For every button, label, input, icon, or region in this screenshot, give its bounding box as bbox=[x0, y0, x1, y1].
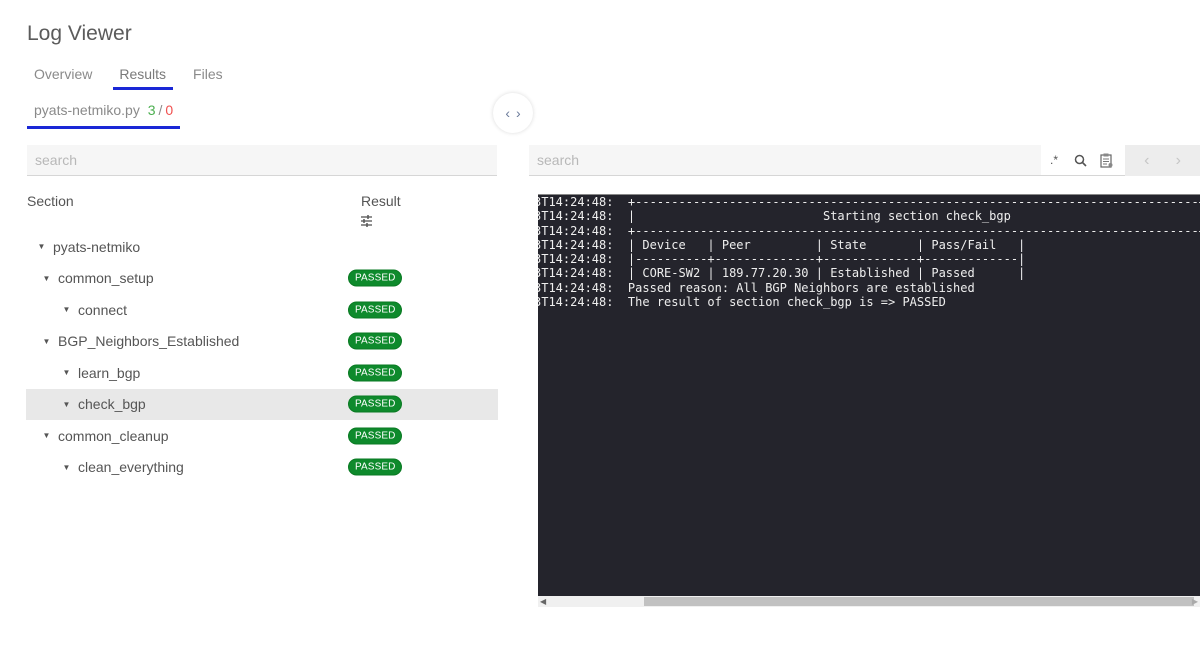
clipboard-icon[interactable] bbox=[1093, 153, 1119, 168]
section-search-field[interactable] bbox=[27, 145, 497, 176]
tree-item[interactable]: ▼ connect PASSED bbox=[26, 294, 498, 326]
status-badge: PASSED bbox=[348, 332, 403, 350]
log-line: 3T14:24:48: The result of section check_… bbox=[538, 295, 946, 310]
status-badge: PASSED bbox=[348, 458, 403, 476]
caret-down-icon[interactable]: ▼ bbox=[42, 337, 51, 346]
scroll-right-arrow-icon[interactable]: ▶ bbox=[1192, 597, 1198, 606]
caret-down-icon[interactable]: ▼ bbox=[37, 242, 46, 251]
tree-item-selected[interactable]: ▼ check_bgp PASSED bbox=[26, 388, 498, 420]
tree-item-label: pyats-netmiko bbox=[53, 238, 141, 255]
log-line: 3T14:24:48: +---------------------------… bbox=[538, 195, 1200, 209]
tab-results[interactable]: Results bbox=[113, 66, 173, 90]
log-line: 3T14:24:48: | Starting section check_bgp… bbox=[538, 209, 1200, 224]
caret-down-icon[interactable]: ▼ bbox=[62, 368, 71, 377]
status-badge: PASSED bbox=[348, 395, 403, 413]
status-badge: PASSED bbox=[348, 301, 403, 319]
tree-item[interactable]: ▼ common_setup PASSED bbox=[26, 263, 498, 295]
tree-item-label: connect bbox=[78, 301, 128, 318]
page-title: Log Viewer bbox=[27, 22, 132, 45]
caret-down-icon[interactable]: ▼ bbox=[42, 431, 51, 440]
chevron-right-icon: › bbox=[516, 105, 521, 121]
passed-count: 3 bbox=[147, 102, 156, 118]
log-line: 3T14:24:48: Passed reason: All BGP Neigh… bbox=[538, 280, 975, 295]
filter-sliders-icon[interactable] bbox=[360, 215, 373, 227]
count-separator: / bbox=[158, 102, 163, 118]
previous-match-button[interactable]: ‹ bbox=[1144, 152, 1149, 170]
tree-item-label: clean_everything bbox=[78, 459, 184, 476]
section-tree: ▼ pyats-netmiko ▼ common_setup PASSED ▼ … bbox=[26, 231, 498, 483]
tree-item-label: BGP_Neighbors_Established bbox=[58, 333, 240, 350]
regex-toggle-button[interactable]: .* bbox=[1041, 153, 1067, 167]
tree-item[interactable]: ▼ common_cleanup PASSED bbox=[26, 420, 498, 452]
panel-resize-toggle-button[interactable]: ‹ › bbox=[493, 93, 533, 133]
tab-overview[interactable]: Overview bbox=[34, 66, 92, 88]
main-tabs: Overview Results Files bbox=[34, 66, 250, 90]
log-line: 3T14:24:48: |----------+--------------+-… bbox=[538, 252, 1026, 267]
column-header-result: Result bbox=[361, 193, 401, 209]
tree-item-label: common_setup bbox=[58, 270, 154, 287]
caret-down-icon[interactable]: ▼ bbox=[62, 463, 71, 472]
file-tab-pyats-netmiko[interactable]: pyats-netmiko.py 3/0 bbox=[27, 102, 181, 129]
next-match-button[interactable]: › bbox=[1176, 152, 1181, 170]
tree-item-label: check_bgp bbox=[78, 396, 146, 413]
scroll-left-arrow-icon[interactable]: ◀ bbox=[540, 597, 546, 606]
failed-count: 0 bbox=[165, 102, 174, 118]
caret-down-icon[interactable]: ▼ bbox=[42, 274, 51, 283]
search-icon[interactable] bbox=[1067, 154, 1093, 167]
log-line: 3T14:24:48: +---------------------------… bbox=[538, 223, 1200, 238]
caret-down-icon[interactable]: ▼ bbox=[62, 400, 71, 409]
caret-down-icon[interactable]: ▼ bbox=[62, 305, 71, 314]
log-output: 3T14:24:48: +---------------------------… bbox=[538, 195, 1200, 309]
status-badge: PASSED bbox=[348, 269, 403, 287]
log-search-field[interactable] bbox=[529, 145, 1041, 176]
tree-item[interactable]: ▼ pyats-netmiko bbox=[26, 231, 498, 263]
log-line: 3T14:24:48: | CORE-SW2 | 189.77.20.30 | … bbox=[538, 266, 1026, 281]
tree-item-label: learn_bgp bbox=[78, 364, 141, 381]
log-line: 3T14:24:48: | Device | Peer | State | Pa… bbox=[538, 237, 1026, 252]
tree-item[interactable]: ▼ learn_bgp PASSED bbox=[26, 357, 498, 389]
scrollbar-thumb[interactable] bbox=[644, 597, 1194, 606]
status-badge: PASSED bbox=[348, 364, 403, 382]
section-search-input[interactable] bbox=[35, 152, 489, 168]
status-badge: PASSED bbox=[348, 427, 403, 445]
tree-item-label: common_cleanup bbox=[58, 427, 169, 444]
file-name: pyats-netmiko.py bbox=[34, 102, 140, 118]
column-header-section: Section bbox=[27, 193, 74, 209]
tree-item[interactable]: ▼ BGP_Neighbors_Established PASSED bbox=[26, 326, 498, 358]
log-search-input[interactable] bbox=[537, 152, 1033, 168]
log-search-tools: .* bbox=[1041, 145, 1125, 176]
log-console: 3T14:24:48: +---------------------------… bbox=[538, 194, 1200, 596]
horizontal-scrollbar[interactable]: ◀ ▶ bbox=[538, 596, 1200, 607]
search-result-nav: ‹ › bbox=[1125, 145, 1200, 176]
tree-item[interactable]: ▼ clean_everything PASSED bbox=[26, 452, 498, 484]
tab-files[interactable]: Files bbox=[193, 66, 223, 88]
chevron-left-icon: ‹ bbox=[505, 105, 510, 121]
